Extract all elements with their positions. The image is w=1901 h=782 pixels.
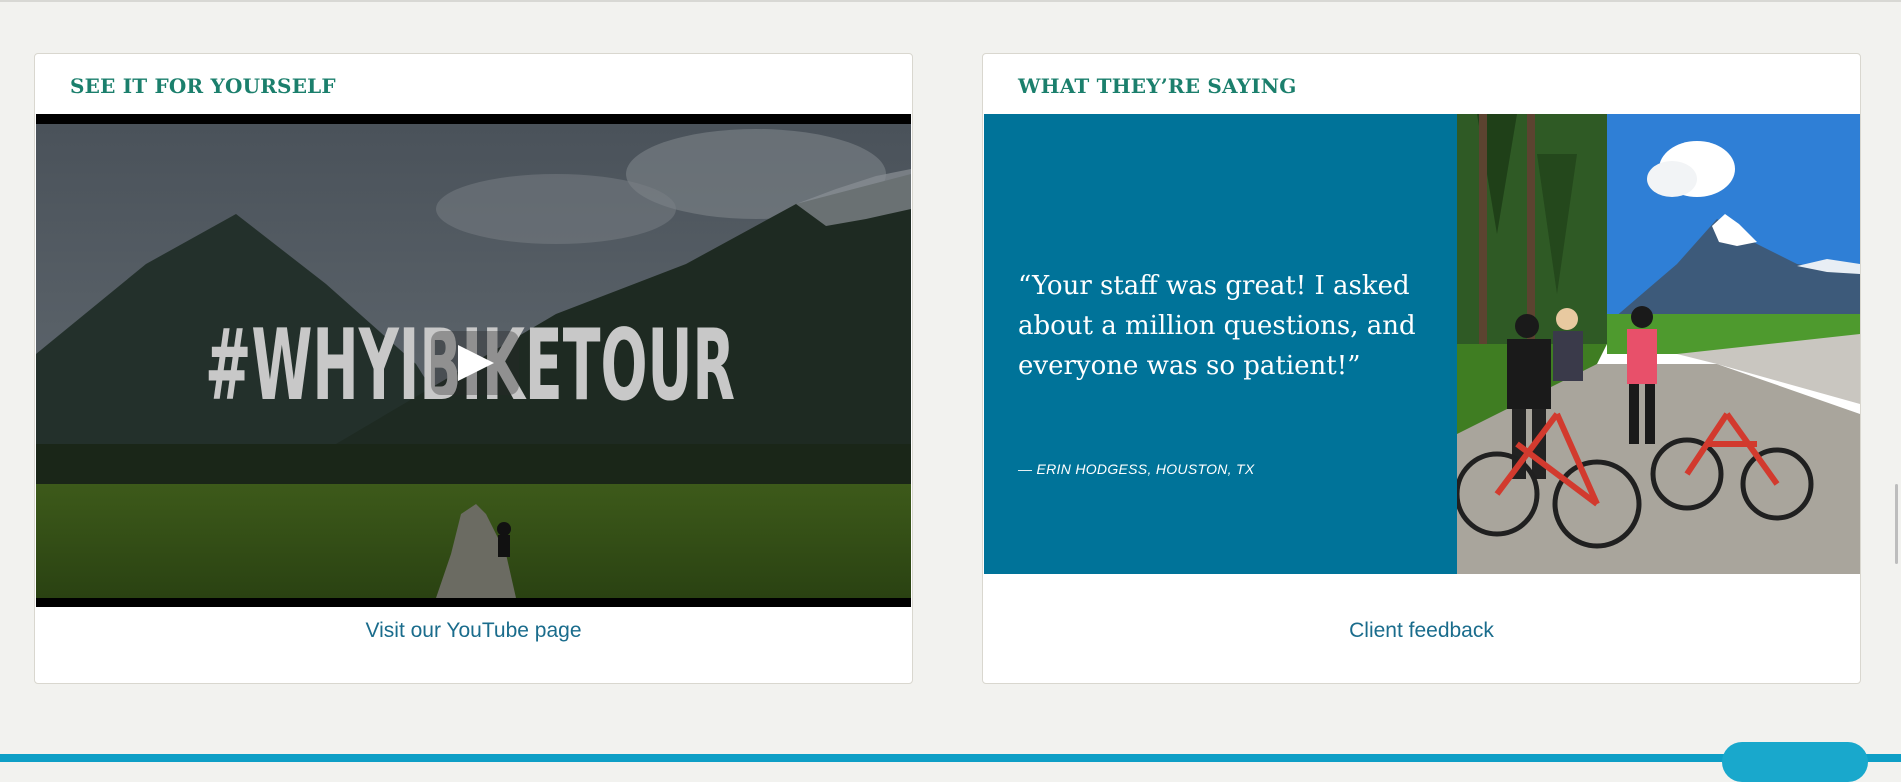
play-button[interactable] bbox=[431, 331, 519, 395]
quote-panel: “Your staff was great! I asked about a m… bbox=[984, 114, 1457, 574]
testimonial-card: WHAT THEY’RE SAYING “Your staff was grea… bbox=[982, 53, 1861, 684]
play-icon bbox=[458, 345, 494, 381]
youtube-link[interactable]: Visit our YouTube page bbox=[35, 619, 912, 643]
video-section-title: SEE IT FOR YOURSELF bbox=[70, 74, 336, 98]
testimonial-author: — ERIN HODGESS, HOUSTON, TX bbox=[1018, 461, 1255, 477]
testimonial-quote: “Your staff was great! I asked about a m… bbox=[1018, 271, 1416, 381]
testimonial-photo bbox=[1457, 114, 1860, 574]
scrollbar-thumb[interactable] bbox=[1895, 484, 1898, 564]
footer-bar bbox=[0, 754, 1901, 762]
testimonial-section-title: WHAT THEY’RE SAYING bbox=[1018, 74, 1297, 98]
video-player[interactable]: #WHYIBIKETOUR bbox=[36, 114, 911, 607]
chat-button[interactable] bbox=[1722, 742, 1868, 782]
video-card: SEE IT FOR YOURSELF Visit our YouTube pa… bbox=[34, 53, 913, 684]
top-divider bbox=[0, 0, 1901, 2]
client-feedback-link[interactable]: Client feedback bbox=[983, 619, 1860, 643]
